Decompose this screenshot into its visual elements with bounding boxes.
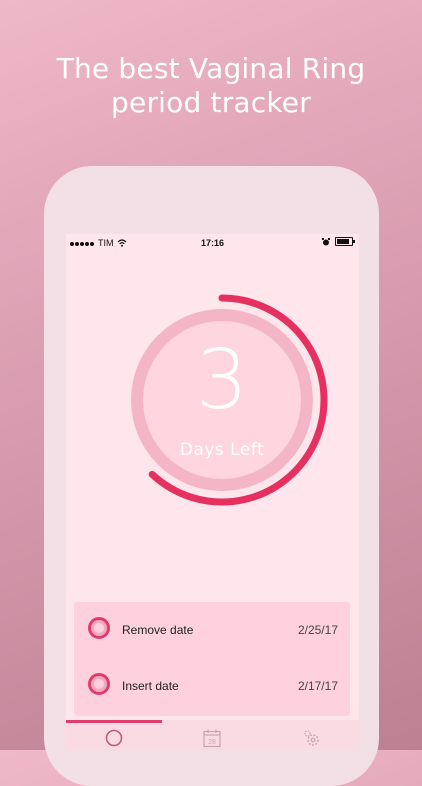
ring-marker-icon <box>88 617 110 639</box>
settings-gear-icon <box>304 730 319 746</box>
tab-calendar[interactable]: 28 <box>202 728 222 748</box>
calendar-badge: 28 <box>208 739 216 746</box>
tab-ring[interactable] <box>104 728 124 748</box>
remove-date-row[interactable]: Remove date 2/25/17 <box>74 602 350 658</box>
promo-headline-line-1: The best Vaginal Ring <box>56 52 366 85</box>
alarm-icon <box>322 237 330 245</box>
days-left-number: 3 <box>195 333 249 428</box>
days-left-label: Days Left <box>179 440 265 460</box>
status-time: 17:16 <box>200 238 225 248</box>
active-tab-indicator <box>66 720 162 723</box>
countdown-ring: 3 Days Left <box>112 290 332 510</box>
tab-bar: 28 <box>66 720 359 750</box>
remove-date-label: Remove date <box>122 623 194 637</box>
app-screen: TIM 17:16 3 Days Left Remove date 2/25/1… <box>66 234 359 750</box>
dates-card: Remove date 2/25/17 Insert date 2/17/17 <box>74 602 350 716</box>
battery-icon <box>335 237 355 246</box>
promo-headline-line-2: period tracker <box>111 86 311 119</box>
insert-date-row[interactable]: Insert date 2/17/17 <box>74 658 350 714</box>
insert-date-value: 2/17/17 <box>297 679 338 693</box>
ring-icon <box>105 729 123 747</box>
status-bar: TIM 17:16 <box>66 234 359 254</box>
calendar-icon: 28 <box>203 729 221 748</box>
status-right <box>322 237 355 246</box>
remove-date-value: 2/25/17 <box>297 623 338 637</box>
promo-headline: The best Vaginal Ring period tracker <box>0 52 422 120</box>
tab-settings[interactable] <box>302 728 322 748</box>
insert-date-label: Insert date <box>122 679 179 693</box>
ring-marker-icon <box>88 673 110 695</box>
